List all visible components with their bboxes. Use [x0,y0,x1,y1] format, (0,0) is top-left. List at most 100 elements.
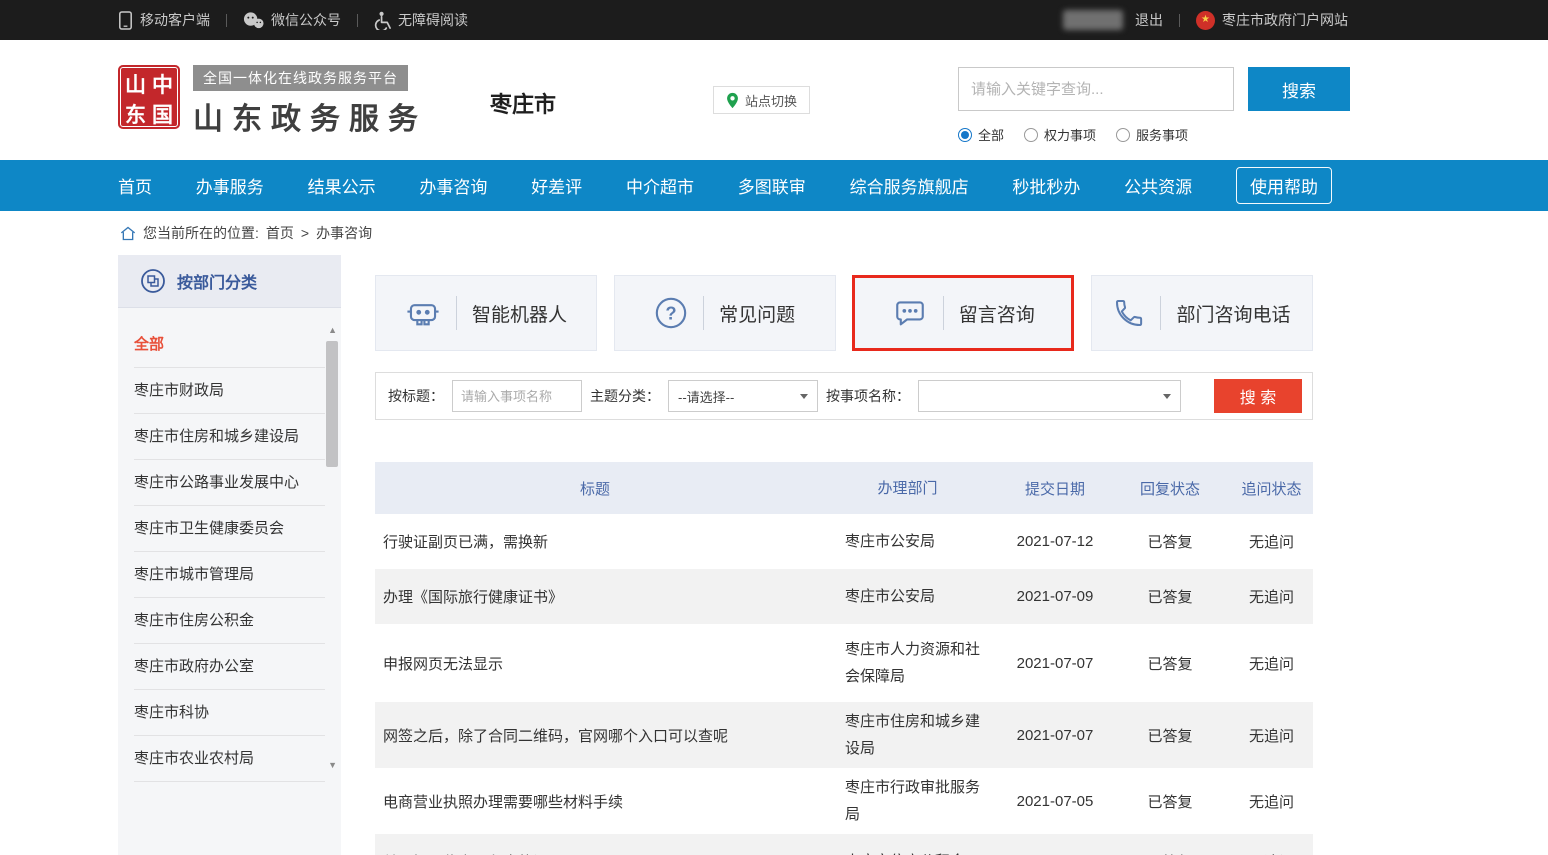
cell-title[interactable]: 行驶证副页已满，需换新 [375,525,815,558]
nav-item-home[interactable]: 首页 [118,173,152,198]
nav-item-agency[interactable]: 中介超市 [626,173,694,198]
chevron-down-icon [1163,394,1171,399]
logout-link[interactable]: 退出 [1135,10,1163,30]
cell-followup: 无追问 [1230,586,1313,607]
site-switch-button[interactable]: 站点切换 [713,86,810,114]
nav-item-services[interactable]: 办事服务 [196,173,264,198]
nav-item-instant[interactable]: 秒批秒办 [1012,173,1080,198]
sidebar-item[interactable]: 枣庄市财政局 [134,368,325,414]
nav-item-joint-review[interactable]: 多图联审 [738,173,806,198]
col-title: 标题 [375,478,815,499]
cell-title[interactable]: 申报网页无法显示 [375,647,815,680]
breadcrumb-label: 您当前所在的位置: [143,223,259,243]
header: 山 中 东 国 全国一体化在线政务服务平台 山东政务服务 枣庄市 站点切换 搜索… [0,40,1548,160]
sidebar-item[interactable]: 枣庄市农业农村局 [134,736,325,782]
scrollbar-down-arrow[interactable]: ▼ [328,760,337,770]
scope-label: 服务事项 [1136,125,1188,144]
nav-item-consult[interactable]: 办事咨询 [419,173,487,198]
sidebar-item[interactable]: 枣庄市卫生健康委员会 [134,506,325,552]
sidebar-item[interactable]: 枣庄市城市管理局 [134,552,325,598]
cell-title[interactable]: 关于提取住房公积金的问题 [375,845,815,855]
tab-faq[interactable]: ? 常见问题 [614,275,836,351]
logo-text: 全国一体化在线政务服务平台 山东政务服务 [193,65,427,138]
breadcrumb-home-link[interactable]: 首页 [266,223,294,243]
keyword-search-input[interactable] [958,67,1234,111]
scope-power-radio[interactable]: 权力事项 [1024,125,1096,144]
scope-label: 权力事项 [1044,125,1096,144]
nav-item-flagship[interactable]: 综合服务旗舰店 [850,173,969,198]
cell-reply: 已答复 [1110,531,1230,552]
topic-label: 主题分类： [590,386,660,406]
scope-service-radio[interactable]: 服务事项 [1116,125,1188,144]
scope-all-radio[interactable]: 全部 [958,125,1004,144]
divider [1179,14,1180,27]
accessibility-link[interactable]: 无障碍阅读 [374,10,468,30]
cell-followup: 无追问 [1230,851,1313,855]
cell-date: 2021-07-05 [1000,793,1110,810]
cell-followup: 无追问 [1230,791,1313,812]
sidebar-item[interactable]: 枣庄市住房和城乡建设局 [134,414,325,460]
cell-date: 2021-07-07 [1000,727,1110,744]
scrollbar-up-arrow[interactable]: ▲ [328,325,337,335]
main-nav: 首页 办事服务 结果公示 办事咨询 好差评 中介超市 多图联审 综合服务旗舰店 … [0,160,1548,211]
location-pin-icon [726,92,739,109]
shandong-seal-logo: 山 中 东 国 [118,65,180,129]
table-row[interactable]: 申报网页无法显示 枣庄市人力资源和社会保障局 2021-07-07 已答复 无追… [375,624,1313,702]
sidebar-item-all[interactable]: 全部 [134,322,325,368]
keyword-search-button[interactable]: 搜索 [1248,67,1350,111]
table-row[interactable]: 办理《国际旅行健康证书》 枣庄市公安局 2021-07-09 已答复 无追问 [375,569,1313,624]
filter-bar: 按标题： 主题分类： --请选择-- 按事项名称： 搜 索 [375,372,1313,420]
site-logo[interactable]: 山 中 东 国 全国一体化在线政务服务平台 山东政务服务 [118,65,427,138]
cell-date: 2021-07-07 [1000,655,1110,672]
phone-icon [1113,297,1145,329]
topic-select[interactable]: --请选择-- [668,380,818,412]
divider [357,14,358,27]
nav-item-rating[interactable]: 好差评 [531,173,582,198]
sidebar-header: 按部门分类 [118,255,341,308]
nav-item-public-resources[interactable]: 公共资源 [1124,173,1192,198]
sidebar-item[interactable]: 枣庄市公路事业发展中心 [134,460,325,506]
mobile-app-link[interactable]: 移动客户端 [118,10,210,30]
svg-text:?: ? [666,302,677,323]
table-row[interactable]: 关于提取住房公积金的问题 枣庄市住房公积金 2021-07-05 已答复 无追问 [375,834,1313,855]
tab-message-consult[interactable]: 留言咨询 [852,275,1074,351]
cell-date: 2021-07-12 [1000,533,1110,550]
sidebar-item[interactable]: 枣庄市政府办公室 [134,644,325,690]
cell-title[interactable]: 电商营业执照办理需要哪些材料手续 [375,785,815,818]
filter-search-button[interactable]: 搜 索 [1214,379,1302,413]
item-select[interactable] [918,380,1181,412]
table-row[interactable]: 行驶证副页已满，需换新 枣庄市公安局 2021-07-12 已答复 无追问 [375,514,1313,569]
tab-department-phone[interactable]: 部门咨询电话 [1091,275,1313,351]
national-emblem-icon: ★ [1196,11,1215,30]
tab-smart-robot[interactable]: 智能机器人 [375,275,597,351]
sidebar-item[interactable]: 枣庄市科协 [134,690,325,736]
portal-link[interactable]: ★ 枣庄市政府门户网站 [1196,10,1348,30]
topic-select-value: --请选择-- [678,387,734,406]
col-dept: 办理部门 [815,475,1000,502]
scrollbar-thumb[interactable] [326,341,338,467]
cell-reply: 已答复 [1110,725,1230,746]
home-icon [120,226,136,241]
table-row[interactable]: 网签之后，除了合同二维码，官网哪个入口可以查呢 枣庄市住房和城乡建设局 2021… [375,702,1313,768]
consult-tabs: 智能机器人 ? 常见问题 留言咨询 部门咨询电话 [375,275,1313,351]
nav-item-help[interactable]: 使用帮助 [1236,167,1332,204]
sidebar-item[interactable]: 枣庄市住房公积金 [134,598,325,644]
wechat-link[interactable]: 微信公众号 [243,10,341,30]
cell-title[interactable]: 网签之后，除了合同二维码，官网哪个入口可以查呢 [375,719,815,752]
cell-title[interactable]: 办理《国际旅行健康证书》 [375,580,815,613]
scope-label: 全部 [978,125,1004,144]
radio-checked-icon [958,128,972,142]
question-icon: ? [654,296,688,330]
col-date: 提交日期 [1000,478,1110,499]
category-icon [140,268,166,294]
radio-icon [1024,128,1038,142]
tab-label: 智能机器人 [472,300,567,327]
accessibility-icon [374,11,391,30]
cell-followup: 无追问 [1230,531,1313,552]
nav-item-results[interactable]: 结果公示 [308,173,376,198]
title-filter-input[interactable] [452,380,582,412]
divider [456,296,457,330]
table-row[interactable]: 电商营业执照办理需要哪些材料手续 枣庄市行政审批服务局 2021-07-05 已… [375,768,1313,834]
topbar-right: 退出 ★ 枣庄市政府门户网站 [1063,10,1348,30]
divider [226,14,227,27]
